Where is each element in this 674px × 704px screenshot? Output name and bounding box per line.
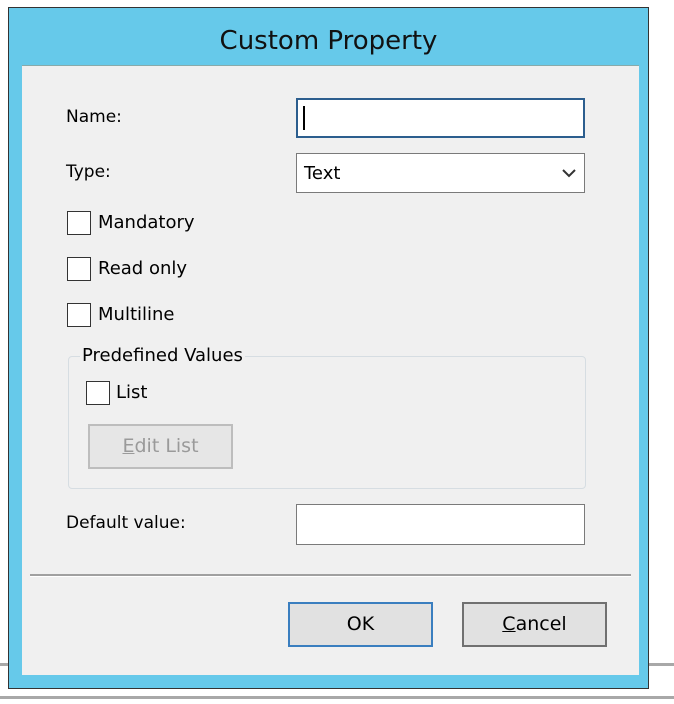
edit-list-button[interactable]: Edit List [88, 424, 233, 469]
multiline-checkbox[interactable] [67, 303, 91, 327]
ok-button[interactable]: OK [288, 602, 433, 647]
predefined-values-group [68, 356, 586, 489]
separator [30, 574, 631, 577]
dialog-title: Custom Property [219, 26, 438, 56]
edit-list-text: dit List [134, 435, 199, 457]
group-title: Predefined Values [80, 345, 245, 366]
multiline-label[interactable]: Multiline [98, 304, 174, 325]
readonly-label[interactable]: Read only [98, 258, 187, 279]
type-select[interactable]: Text [296, 153, 585, 193]
readonly-checkbox[interactable] [67, 257, 91, 281]
dialog-client: Name: Type: Text Mandatory Read only Mul… [22, 65, 639, 675]
default-value-input[interactable] [296, 504, 585, 545]
background-line [0, 696, 674, 699]
chevron-down-icon [562, 169, 576, 178]
edit-list-mnemonic: E [122, 435, 135, 457]
list-label[interactable]: List [116, 382, 147, 403]
cancel-button[interactable]: Cancel [462, 602, 607, 647]
type-label: Type: [66, 162, 111, 182]
list-checkbox[interactable] [86, 381, 110, 405]
mandatory-checkbox[interactable] [67, 211, 91, 235]
cancel-text: ancel [515, 613, 567, 635]
mandatory-label[interactable]: Mandatory [98, 212, 195, 233]
name-input[interactable] [296, 98, 585, 138]
text-caret [303, 106, 305, 130]
default-value-label: Default value: [66, 513, 186, 533]
custom-property-dialog: Custom Property Name: Type: Text Mandato… [8, 7, 649, 689]
cancel-mnemonic: C [502, 613, 516, 635]
name-label: Name: [66, 107, 122, 127]
type-value: Text [304, 163, 341, 184]
